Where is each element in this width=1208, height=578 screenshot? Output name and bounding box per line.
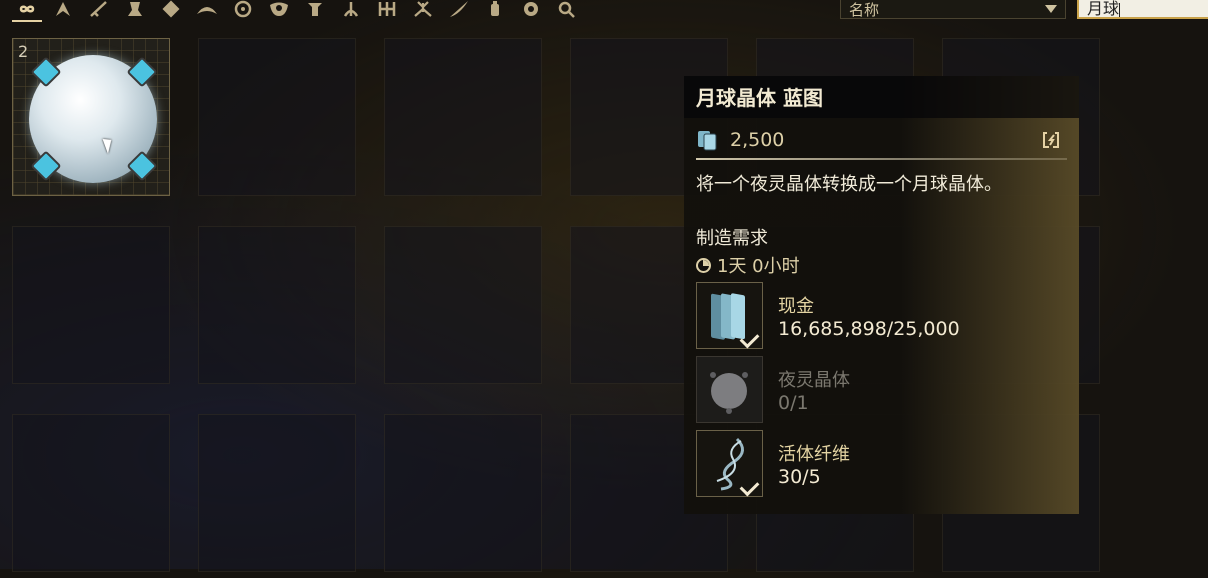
inventory-slot-empty[interactable] [12, 414, 170, 572]
search-input[interactable]: 月球 [1077, 0, 1208, 19]
spider-icon [414, 1, 432, 17]
category-tab-sentinel[interactable] [120, 0, 150, 20]
archwing-icon [197, 7, 217, 14]
sort-dropdown[interactable]: 名称 [840, 0, 1066, 19]
requirement-row: 夜灵晶体 0/1 [696, 356, 1067, 426]
inventory-slot-empty[interactable] [198, 414, 356, 572]
tooltip-divider [696, 158, 1067, 160]
lantern-icon [491, 1, 499, 16]
build-time-value: 1天 0小时 [717, 256, 800, 277]
key-icon [558, 1, 575, 18]
requirement-name: 夜灵晶体 [778, 370, 850, 391]
category-bar [12, 0, 582, 22]
inventory-slot-empty[interactable] [384, 226, 542, 384]
warframe-icon [56, 2, 70, 16]
category-tab-mask[interactable] [264, 0, 294, 20]
category-tab-resources[interactable] [480, 0, 510, 20]
requirement-icon-box [696, 430, 763, 497]
tooltip-price-row: 2,500 [696, 126, 1067, 154]
sword-icon [90, 1, 107, 17]
tooltip-price: 2,500 [730, 129, 785, 151]
requirement-name: 现金 [778, 296, 814, 317]
swap-icon[interactable] [1041, 130, 1061, 150]
mask-icon [270, 2, 288, 16]
category-tab-all[interactable] [12, 0, 42, 22]
category-tab-melee[interactable] [444, 0, 474, 20]
sort-dropdown-value: 名称 [849, 0, 880, 19]
inventory-slot-empty[interactable] [384, 414, 542, 572]
nightmare-crystal-icon [710, 372, 748, 414]
tree-icon [343, 2, 359, 17]
item-quantity: 2 [18, 42, 29, 61]
category-tab-warframes[interactable] [48, 0, 78, 20]
inventory-slot-empty[interactable] [198, 226, 356, 384]
category-tab-crest[interactable] [372, 0, 402, 20]
inventory-slot-lua-crystal[interactable]: 2 [12, 38, 170, 196]
infinity-icon [19, 5, 35, 13]
category-tab-pillar[interactable] [300, 0, 330, 20]
search-input-value: 月球 [1087, 0, 1120, 18]
feather-icon [450, 1, 468, 17]
requirement-icon-box [696, 282, 763, 349]
pillar-icon [308, 3, 322, 16]
category-tab-wheel[interactable] [228, 0, 258, 20]
category-tab-tree[interactable] [336, 0, 366, 20]
tooltip-title: 月球晶体 蓝图 [696, 86, 823, 110]
build-time: 1天 0小时 [696, 252, 1067, 278]
requirement-row: 现金 16,685,898/25,000 [696, 282, 1067, 352]
gear-items-icon [162, 0, 180, 18]
crafting-requirements-heading: 制造需求 [696, 228, 768, 249]
category-tab-companion[interactable] [408, 0, 438, 20]
chevron-down-icon [1045, 5, 1057, 13]
crest-icon [378, 2, 396, 16]
wheel-icon [234, 0, 252, 18]
inventory-slot-empty[interactable] [12, 226, 170, 384]
requirement-value: 16,685,898/25,000 [778, 318, 960, 340]
item-tooltip: 月球晶体 蓝图 2,500 将一个夜灵晶体转换成一个月球晶体。 制造需求 1天 … [684, 76, 1079, 514]
category-tab-primary[interactable] [84, 0, 114, 20]
requirement-name: 活体纤维 [778, 444, 850, 465]
requirement-value: 30/5 [778, 466, 821, 488]
shield-icon [524, 2, 538, 16]
text-caret [1119, 2, 1121, 17]
inventory-slot-empty[interactable] [198, 38, 356, 196]
requirement-value: 0/1 [778, 392, 809, 414]
category-tab-archwing[interactable] [192, 0, 222, 20]
credits-icon [698, 131, 717, 151]
clock-icon [696, 257, 711, 273]
category-tab-gear[interactable] [156, 0, 186, 20]
requirement-icon-box [696, 356, 763, 423]
requirement-row: 活体纤维 30/5 [696, 430, 1067, 500]
sentinel-icon [128, 2, 142, 16]
tooltip-description: 将一个夜灵晶体转换成一个月球晶体。 [696, 174, 1002, 195]
inventory-slot-empty[interactable] [384, 38, 542, 196]
category-tab-keys[interactable] [552, 0, 582, 20]
category-tab-mods[interactable] [516, 0, 546, 20]
